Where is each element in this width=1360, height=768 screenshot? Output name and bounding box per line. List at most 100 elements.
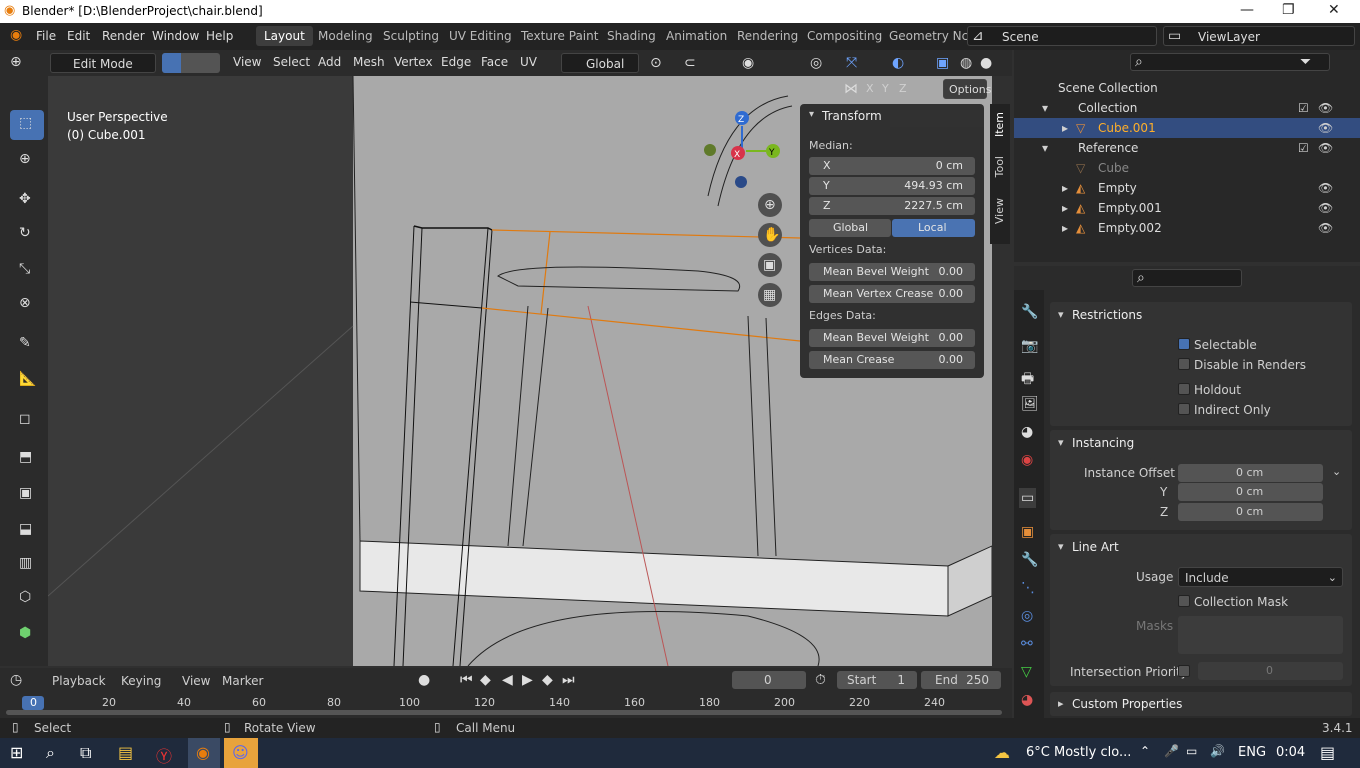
outliner-row-cube[interactable]: ▽ Cube <box>1014 158 1360 178</box>
timeline-editor-icon[interactable]: ◷ <box>10 672 22 688</box>
global-toggle[interactable]: Global <box>809 219 891 237</box>
menu-select[interactable]: Select <box>273 55 310 69</box>
volume-icon[interactable]: 🔊 <box>1210 744 1225 758</box>
custom-properties-panel[interactable]: ▸ Custom Properties <box>1050 692 1352 716</box>
tab-geometry-nodes[interactable]: Geometry Nc <box>889 29 968 43</box>
outliner-row-empty001[interactable]: ▸ ◭ Empty.001 👁 <box>1014 198 1360 218</box>
measure-tool[interactable]: 📐 <box>10 366 44 396</box>
edge-bevel-weight-field[interactable]: Mean Bevel Weight 0.00 <box>809 329 975 347</box>
menu-help[interactable]: Help <box>206 29 233 43</box>
timeline-scrollbar[interactable] <box>6 710 1002 715</box>
menu-file[interactable]: File <box>36 29 56 43</box>
editor-type-icon[interactable]: ⊕ <box>10 54 22 70</box>
intersection-priority-field[interactable]: 0 <box>1198 662 1343 680</box>
jump-end-icon[interactable]: ⏭ <box>562 672 575 688</box>
record-icon[interactable]: ● <box>418 672 430 688</box>
instance-offset-y-field[interactable]: 0 cm <box>1178 483 1323 501</box>
menu-edge[interactable]: Edge <box>441 55 471 69</box>
menu-edit[interactable]: Edit <box>67 29 90 43</box>
orientation-selector[interactable]: Global <box>561 53 639 73</box>
intersection-priority-checkbox[interactable] <box>1178 665 1190 677</box>
add-cube-tool[interactable]: ◻ <box>10 406 44 436</box>
playhead[interactable]: 0 <box>22 696 44 710</box>
menu-face[interactable]: Face <box>481 55 508 69</box>
mean-crease-field[interactable]: Mean Crease 0.00 <box>809 351 975 369</box>
ortho-toggle-icon[interactable]: ▦ <box>763 287 776 303</box>
mirror-axes-icon[interactable]: ⋈ <box>844 81 858 97</box>
camera-view-icon[interactable]: ▣ <box>763 257 776 273</box>
menu-uv[interactable]: UV <box>520 55 537 69</box>
menu-vertex[interactable]: Vertex <box>394 55 433 69</box>
collection-tab-icon[interactable]: ▭ <box>1019 488 1037 508</box>
scene-tab-icon[interactable]: ◕ <box>1021 424 1033 440</box>
xray-toggle-icon[interactable]: ▣ <box>936 55 949 71</box>
vertex-select-button[interactable] <box>162 53 181 73</box>
lineart-collapse-icon[interactable]: ▾ <box>1058 540 1064 553</box>
mean-vertex-crease-field[interactable]: Mean Vertex Crease 0.00 <box>809 285 975 303</box>
restrictions-collapse-icon[interactable]: ▾ <box>1058 308 1064 321</box>
mean-bevel-weight-field[interactable]: Mean Bevel Weight 0.00 <box>809 263 975 281</box>
tab-uv-editing[interactable]: UV Editing <box>449 29 512 43</box>
gizmo-toggle-icon[interactable]: ⤧ <box>846 55 857 71</box>
mirror-y[interactable]: Y <box>882 82 889 95</box>
constraints-tab-icon[interactable]: ⚯ <box>1021 636 1033 652</box>
menu-add[interactable]: Add <box>318 55 341 69</box>
data-tab-icon[interactable]: ▽ <box>1021 664 1032 680</box>
timeline-keying-menu[interactable]: Keying <box>121 674 161 688</box>
windows-start-icon[interactable]: ⊞ <box>10 743 23 762</box>
instance-offset-z-field[interactable]: 0 cm <box>1178 503 1323 521</box>
holdout-checkbox[interactable] <box>1178 383 1190 395</box>
visibility-icon[interactable]: ◎ <box>810 55 822 71</box>
particles-tab-icon[interactable]: ⋱ <box>1021 580 1035 596</box>
tab-layout[interactable]: Layout <box>256 26 313 46</box>
proportional-edit-icon[interactable]: ◉ <box>742 55 754 71</box>
blender-taskbar-button[interactable]: ◉ <box>188 738 220 768</box>
tab-item[interactable]: Item <box>993 112 1006 137</box>
scene-selector[interactable]: ⊿ Scene <box>967 26 1157 46</box>
instance-offset-x-field[interactable]: 0 cm <box>1178 464 1323 482</box>
timeline-marker-menu[interactable]: Marker <box>222 674 263 688</box>
mirror-x[interactable]: X <box>866 82 874 95</box>
properties-search[interactable]: ⌕ <box>1132 269 1242 287</box>
play-reverse-icon[interactable]: ◀ <box>502 672 513 688</box>
blender-menu-icon[interactable]: ◉ <box>10 27 22 43</box>
modifier-tab-icon[interactable]: 🔧 <box>1021 552 1038 568</box>
object-tab-icon[interactable]: ▣ <box>1021 524 1034 540</box>
tab-rendering[interactable]: Rendering <box>737 29 798 43</box>
material-tab-icon[interactable]: ◕ <box>1021 692 1033 708</box>
view-layer-tab-icon[interactable]: 🖼 <box>1021 396 1039 412</box>
tool-tab-icon[interactable]: 🔧 <box>1021 304 1038 320</box>
wireframe-shading-icon[interactable]: ◍ <box>960 55 972 71</box>
outliner-row-reference[interactable]: ▾ Reference ☑ 👁 <box>1014 138 1360 158</box>
solid-shading-icon[interactable]: ● <box>980 55 992 71</box>
network-icon[interactable]: ▭ <box>1186 744 1197 758</box>
end-frame-field[interactable]: End 250 <box>921 671 1001 689</box>
close-button[interactable]: ✕ <box>1328 2 1340 18</box>
loop-cut-tool[interactable]: ▥ <box>10 550 44 580</box>
outliner-row-empty[interactable]: ▸ ◭ Empty 👁 <box>1014 178 1360 198</box>
inset-tool[interactable]: ▣ <box>10 480 44 510</box>
yandex-browser-icon[interactable]: Ⓨ <box>156 743 172 767</box>
options-dropdown[interactable]: Options <box>943 79 991 99</box>
prev-keyframe-icon[interactable]: ◆ <box>480 672 491 688</box>
median-z-field[interactable]: Z 2227.5 cm <box>809 197 975 215</box>
clock[interactable]: 0:04 <box>1276 745 1305 760</box>
tab-tool[interactable]: Tool <box>993 156 1006 177</box>
pan-hand-icon[interactable]: ✋ <box>763 227 780 243</box>
median-x-field[interactable]: X0 cm <box>809 157 975 175</box>
collection-mask-checkbox[interactable] <box>1178 595 1190 607</box>
minimize-button[interactable]: — <box>1240 2 1254 18</box>
task-view-icon[interactable]: ⧉ <box>80 743 91 763</box>
search-taskbar-icon[interactable]: ⌕ <box>46 743 55 763</box>
tray-chevron-icon[interactable]: ⌃ <box>1140 744 1150 758</box>
instancing-collapse-icon[interactable]: ▾ <box>1058 436 1064 449</box>
tab-modeling[interactable]: Modeling <box>318 29 373 43</box>
extrude-tool[interactable]: ⬒ <box>10 444 44 474</box>
zoom-icon[interactable]: ⊕ <box>764 197 776 213</box>
local-toggle[interactable]: Local <box>892 219 975 237</box>
snap-icon[interactable]: ⊂ <box>684 55 696 71</box>
menu-mesh[interactable]: Mesh <box>353 55 385 69</box>
file-explorer-icon[interactable]: ▤ <box>118 743 133 762</box>
tab-sculpting[interactable]: Sculpting <box>383 29 439 43</box>
weather-text[interactable]: 6°C Mostly clo... <box>1026 745 1131 760</box>
